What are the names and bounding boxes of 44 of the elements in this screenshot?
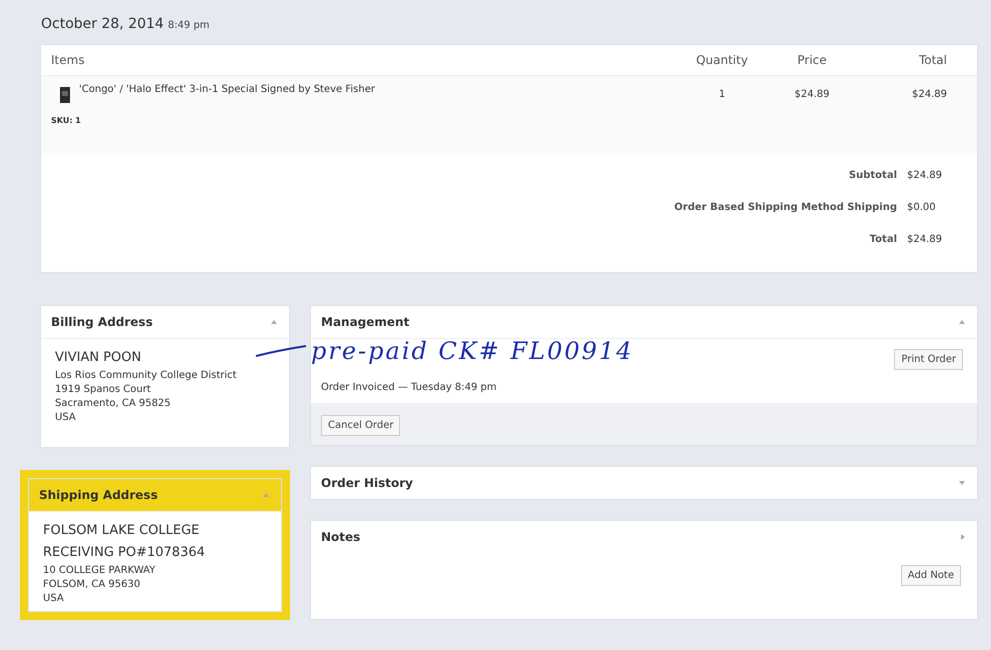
cancel-order-button[interactable]: Cancel Order — [321, 415, 400, 436]
expand-arrow-icon[interactable] — [961, 534, 965, 540]
address-line: USA — [55, 411, 77, 425]
column-header: Quantity — [695, 53, 749, 67]
address-line: FOLSOM, CA 95630 — [43, 578, 142, 592]
print-order-button[interactable]: Print Order — [894, 349, 963, 370]
panel-title: Management — [321, 315, 410, 329]
item-name: 'Congo' / 'Halo Effect' 3-in-1 Special Signed by Steve Fisher — [79, 84, 375, 95]
address-line: VIVIAN POON — [55, 349, 142, 367]
total-value: $24.89 — [907, 170, 943, 180]
panel-title: Order History — [321, 476, 413, 490]
expand-arrow-icon[interactable] — [959, 481, 965, 485]
address-line: Los Rios Community College District — [55, 369, 238, 383]
total-value: $0.00 — [907, 202, 937, 212]
item-sku: SKU: 1 — [41, 104, 977, 155]
order-status: Order Invoiced — Tuesday 8:49 pm — [321, 382, 497, 393]
book-icon — [59, 86, 71, 104]
order-date: October 28, 2014 — [41, 16, 164, 32]
panel-title: Billing Address — [51, 315, 153, 329]
column-header: Total — [918, 53, 947, 67]
leader-line — [255, 344, 307, 358]
collapse-arrow-icon[interactable] — [959, 320, 965, 324]
total-label: Order Based Shipping Method Shipping — [674, 202, 897, 212]
column-header: Items — [51, 53, 86, 67]
panel-title: Notes — [321, 530, 360, 544]
address-line: FOLSOM LAKE COLLEGE — [43, 522, 200, 540]
total-value: $24.89 — [907, 234, 943, 244]
order-time: 8:49 pm — [168, 20, 210, 31]
address-line: 1919 Spanos Court — [55, 383, 152, 397]
collapse-arrow-icon[interactable] — [271, 320, 277, 324]
column-header: Price — [796, 53, 828, 67]
total-label: Total — [870, 234, 897, 244]
item-total: $24.89 — [911, 88, 947, 100]
address-line: Sacramento, CA 95825 — [55, 397, 172, 411]
address-line: 10 COLLEGE PARKWAY — [43, 564, 156, 578]
item-price: $24.89 — [794, 88, 830, 100]
item-quantity: 1 — [718, 88, 726, 100]
handwritten-note: pre-paid CK# FL00914 — [311, 339, 634, 363]
address-line: USA — [43, 592, 65, 606]
address-line: RECEIVING PO#1078364 — [43, 544, 206, 562]
total-label: Subtotal — [848, 170, 897, 180]
collapse-arrow-icon[interactable] — [263, 493, 269, 497]
add-note-button[interactable]: Add Note — [900, 565, 961, 586]
panel-title: Shipping Address — [39, 488, 158, 502]
